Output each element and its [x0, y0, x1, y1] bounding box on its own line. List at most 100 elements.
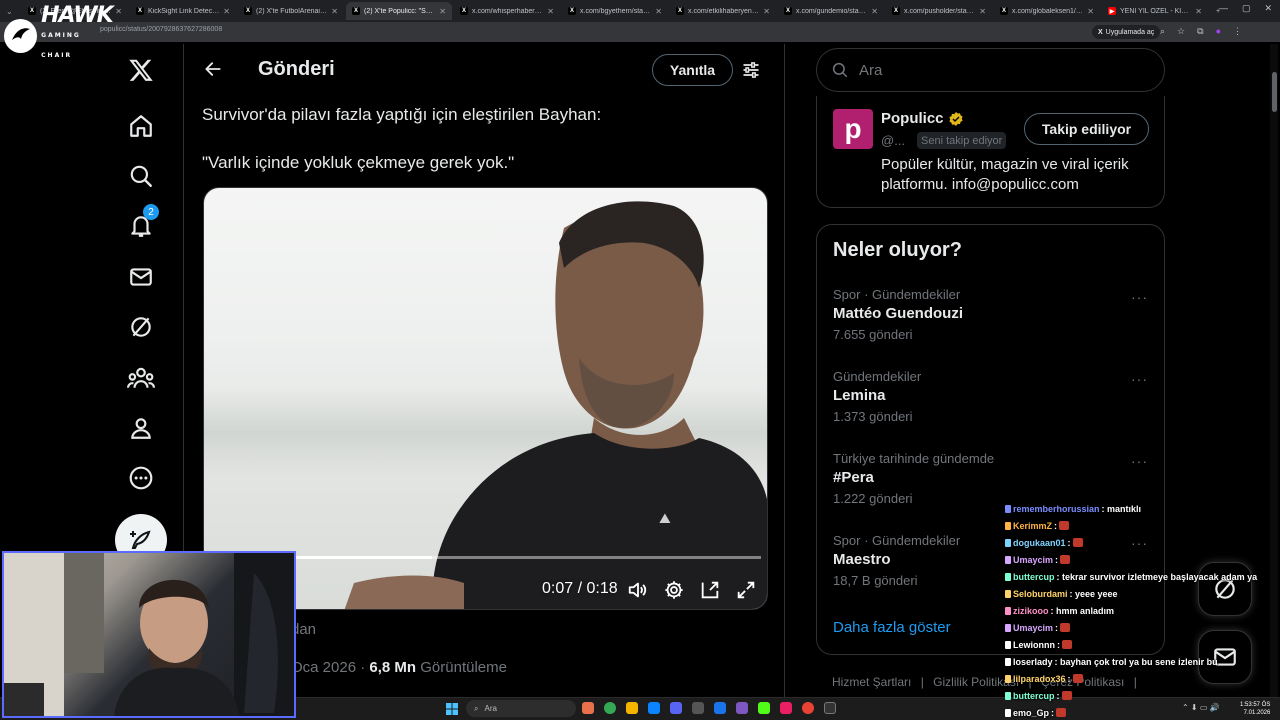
close-tab-icon[interactable]: ✕ — [1087, 7, 1094, 16]
post-video[interactable]: ⛰ 0:07 / 0:18 — [203, 187, 768, 610]
taskbar-app-icon[interactable] — [736, 702, 748, 714]
chat-emote-icon — [1072, 538, 1083, 547]
trend-item[interactable]: Gündemdekiler Lemina 1.373 gönderi ··· — [817, 369, 1166, 449]
more-icon[interactable] — [127, 464, 155, 492]
chat-username: loserlady — [1013, 656, 1053, 667]
more-options-icon[interactable]: ··· — [1131, 371, 1148, 387]
maximize-icon[interactable]: ▢ — [1242, 3, 1251, 14]
footer-link-terms[interactable]: Hizmet Şartları — [832, 675, 911, 689]
home-icon[interactable] — [127, 112, 155, 140]
close-tab-icon[interactable]: ✕ — [547, 7, 554, 16]
mail-icon[interactable] — [127, 263, 155, 291]
x-logo-icon[interactable] — [127, 56, 155, 84]
x-icon: X — [352, 7, 360, 15]
close-icon[interactable]: ✕ — [1264, 3, 1272, 14]
more-options-icon[interactable]: ··· — [1131, 453, 1148, 469]
chat-username: Umaycim — [1013, 554, 1054, 565]
chat-username: emo_Gp — [1013, 707, 1050, 718]
trend-context: Türkiye tarihinde gündemde — [833, 451, 995, 466]
browser-tab[interactable]: X KickSight Link Detector ✕ — [130, 2, 236, 20]
bell-icon[interactable]: 2 — [127, 204, 159, 240]
chat-message: emo_Gp: — [1005, 704, 1275, 720]
browser-tab-label: x.com/globaleksen1/stat — [1012, 7, 1084, 15]
scrollbar-thumb[interactable] — [1272, 72, 1277, 112]
taskbar-app-icon[interactable] — [582, 702, 594, 714]
reply-button[interactable]: Yanıtla — [652, 54, 733, 86]
close-tab-icon[interactable]: ✕ — [1195, 7, 1202, 16]
open-in-app-button[interactable]: X Uygulamada aç — [1092, 25, 1161, 39]
discord-icon[interactable] — [670, 702, 682, 714]
zoom-icon[interactable]: ⌕ — [1160, 26, 1165, 37]
browser-tab[interactable]: Xx.com/pusholder/status/2 ✕ — [886, 2, 992, 20]
kick-icon[interactable] — [758, 702, 770, 714]
taskbar-app-icon[interactable] — [780, 702, 792, 714]
sliders-icon[interactable] — [739, 58, 763, 82]
chat-username: Lewionnn — [1013, 639, 1055, 650]
browser-tab[interactable]: Xx.com/bgyethern/status/2 ✕ — [562, 2, 668, 20]
communities-icon[interactable] — [127, 364, 155, 392]
taskbar-search[interactable]: ⌕ Ara — [466, 700, 576, 717]
taskbar-app-icon[interactable] — [714, 702, 726, 714]
minimize-icon[interactable]: — — [1219, 3, 1228, 14]
chat-badge-icon — [1005, 623, 1011, 632]
windows-start-icon[interactable] — [446, 702, 458, 715]
hawk-bird-icon — [4, 19, 38, 53]
browser-tab[interactable]: X (2) X'te FutbolArenai: "Lio ✕ — [238, 2, 344, 20]
address-bar: populicc/status/2007928637627286008 X Uy… — [0, 22, 1280, 42]
close-tab-icon[interactable]: ✕ — [223, 7, 230, 16]
browser-tab-label: x.com/whisperhaber/statu — [472, 7, 543, 15]
close-tab-icon[interactable]: ✕ — [439, 7, 446, 16]
chat-message: Lewionnn: — [1005, 636, 1275, 653]
close-tab-icon[interactable]: ✕ — [763, 7, 770, 16]
browser-tab[interactable]: ▶ YENİ YIL ÖZEL - KİCK WF ✕ — [1102, 2, 1208, 20]
picture-in-picture-icon[interactable] — [698, 578, 722, 602]
edge-icon[interactable] — [648, 702, 660, 714]
chrome-icon[interactable] — [802, 702, 814, 714]
following-button[interactable]: Takip ediliyor — [1024, 113, 1149, 145]
follows-you-badge: Seni takip ediyor — [917, 132, 1007, 149]
browser-menu-icon[interactable]: ⋮ — [1233, 26, 1242, 37]
grok-icon[interactable] — [127, 313, 155, 341]
browser-tab[interactable]: X (2) X'te Populicc: "Survivo✕ — [346, 2, 452, 20]
x-icon: X — [1000, 7, 1008, 15]
browser-tab-label: KickSight Link Detector — [148, 7, 220, 15]
chat-message: buttercup: — [1005, 687, 1275, 704]
profile-icon[interactable] — [127, 414, 155, 442]
chat-badge-icon — [1005, 504, 1011, 513]
browser-tab[interactable]: Xx.com/etkilihaberyeni/sta ✕ — [670, 2, 776, 20]
url-text[interactable]: populicc/status/2007928637627286008 — [100, 26, 222, 33]
browser-tab[interactable]: Xx.com/gundemio/status/2 ✕ — [778, 2, 884, 20]
settings-gear-icon[interactable] — [662, 578, 686, 602]
chrome-icon[interactable] — [604, 702, 616, 714]
profile-name[interactable]: Populicc — [881, 110, 964, 127]
browser-tab[interactable]: Xx.com/globaleksen1/stat ✕ — [994, 2, 1100, 20]
video-progress-bar[interactable] — [222, 556, 761, 559]
profile-avatar-icon[interactable]: ● — [1216, 26, 1221, 37]
taskbar-app-icon[interactable] — [692, 702, 704, 714]
star-icon[interactable]: ☆ — [1177, 26, 1185, 37]
more-options-icon[interactable]: ··· — [1131, 289, 1148, 305]
close-tab-icon[interactable]: ✕ — [115, 7, 122, 16]
x-icon: X — [460, 7, 468, 15]
close-tab-icon[interactable]: ✕ — [655, 7, 662, 16]
close-tab-icon[interactable]: ✕ — [331, 7, 338, 16]
avatar[interactable]: p — [833, 109, 873, 149]
show-more-link[interactable]: Daha fazla göster — [833, 619, 951, 636]
close-tab-icon[interactable]: ✕ — [871, 7, 878, 16]
chat-badge-icon — [1005, 691, 1011, 700]
extensions-icon[interactable]: ⧉ — [1197, 26, 1203, 37]
volume-icon[interactable] — [626, 578, 650, 602]
chat-text: : yeee yeee — [1069, 588, 1118, 599]
close-tab-icon[interactable]: ✕ — [979, 7, 986, 16]
video-time: 0:07 / 0:18 — [542, 580, 618, 597]
search-input[interactable]: Ara — [816, 48, 1165, 92]
file-explorer-icon[interactable] — [626, 702, 638, 714]
trend-item[interactable]: Spor · Gündemdekiler Mattéo Guendouzi 7.… — [817, 287, 1166, 367]
back-arrow-icon[interactable] — [201, 57, 225, 81]
fullscreen-icon[interactable] — [734, 578, 758, 602]
browser-tab[interactable]: Xx.com/whisperhaber/statu ✕ — [454, 2, 560, 20]
obs-icon[interactable] — [824, 702, 836, 714]
search-icon[interactable] — [127, 162, 155, 190]
chat-message: Seloburdami: yeee yeee — [1005, 585, 1275, 602]
profile-card: p Populicc @... Seni takip ediyor Takip … — [816, 96, 1165, 208]
